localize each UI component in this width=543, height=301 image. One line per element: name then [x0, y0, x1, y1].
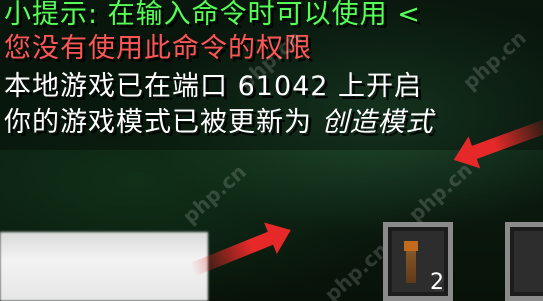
- redacted-region: [0, 232, 208, 301]
- hotbar-slot[interactable]: [505, 222, 543, 301]
- chat-line-permission-error: 您没有使用此命令的权限: [4, 33, 312, 64]
- hotbar-slot[interactable]: 2: [383, 222, 453, 301]
- chat-line-gamemode-value: 创造模式: [321, 107, 434, 138]
- watermark-logo: php.cn: [319, 237, 393, 301]
- watermark-logo: php.cn: [403, 157, 477, 227]
- chat-line-lan-open: 本地游戏已在端口 61042 上开启: [4, 71, 423, 102]
- watermark-logo: php.cn: [177, 159, 251, 229]
- chat-line-tip: 小提示: 在输入命令时可以使用 <: [4, 0, 421, 30]
- item-count: 2: [430, 270, 444, 295]
- torch-icon: [404, 241, 418, 283]
- chat-line-gamemode-prefix: 你的游戏模式已被更新为: [4, 107, 322, 138]
- chat-log: 小提示: 在输入命令时可以使用 < 您没有使用此命令的权限 本地游戏已在端口 6…: [0, 0, 543, 150]
- chat-line-gamemode: 你的游戏模式已被更新为 创造模式: [4, 108, 434, 138]
